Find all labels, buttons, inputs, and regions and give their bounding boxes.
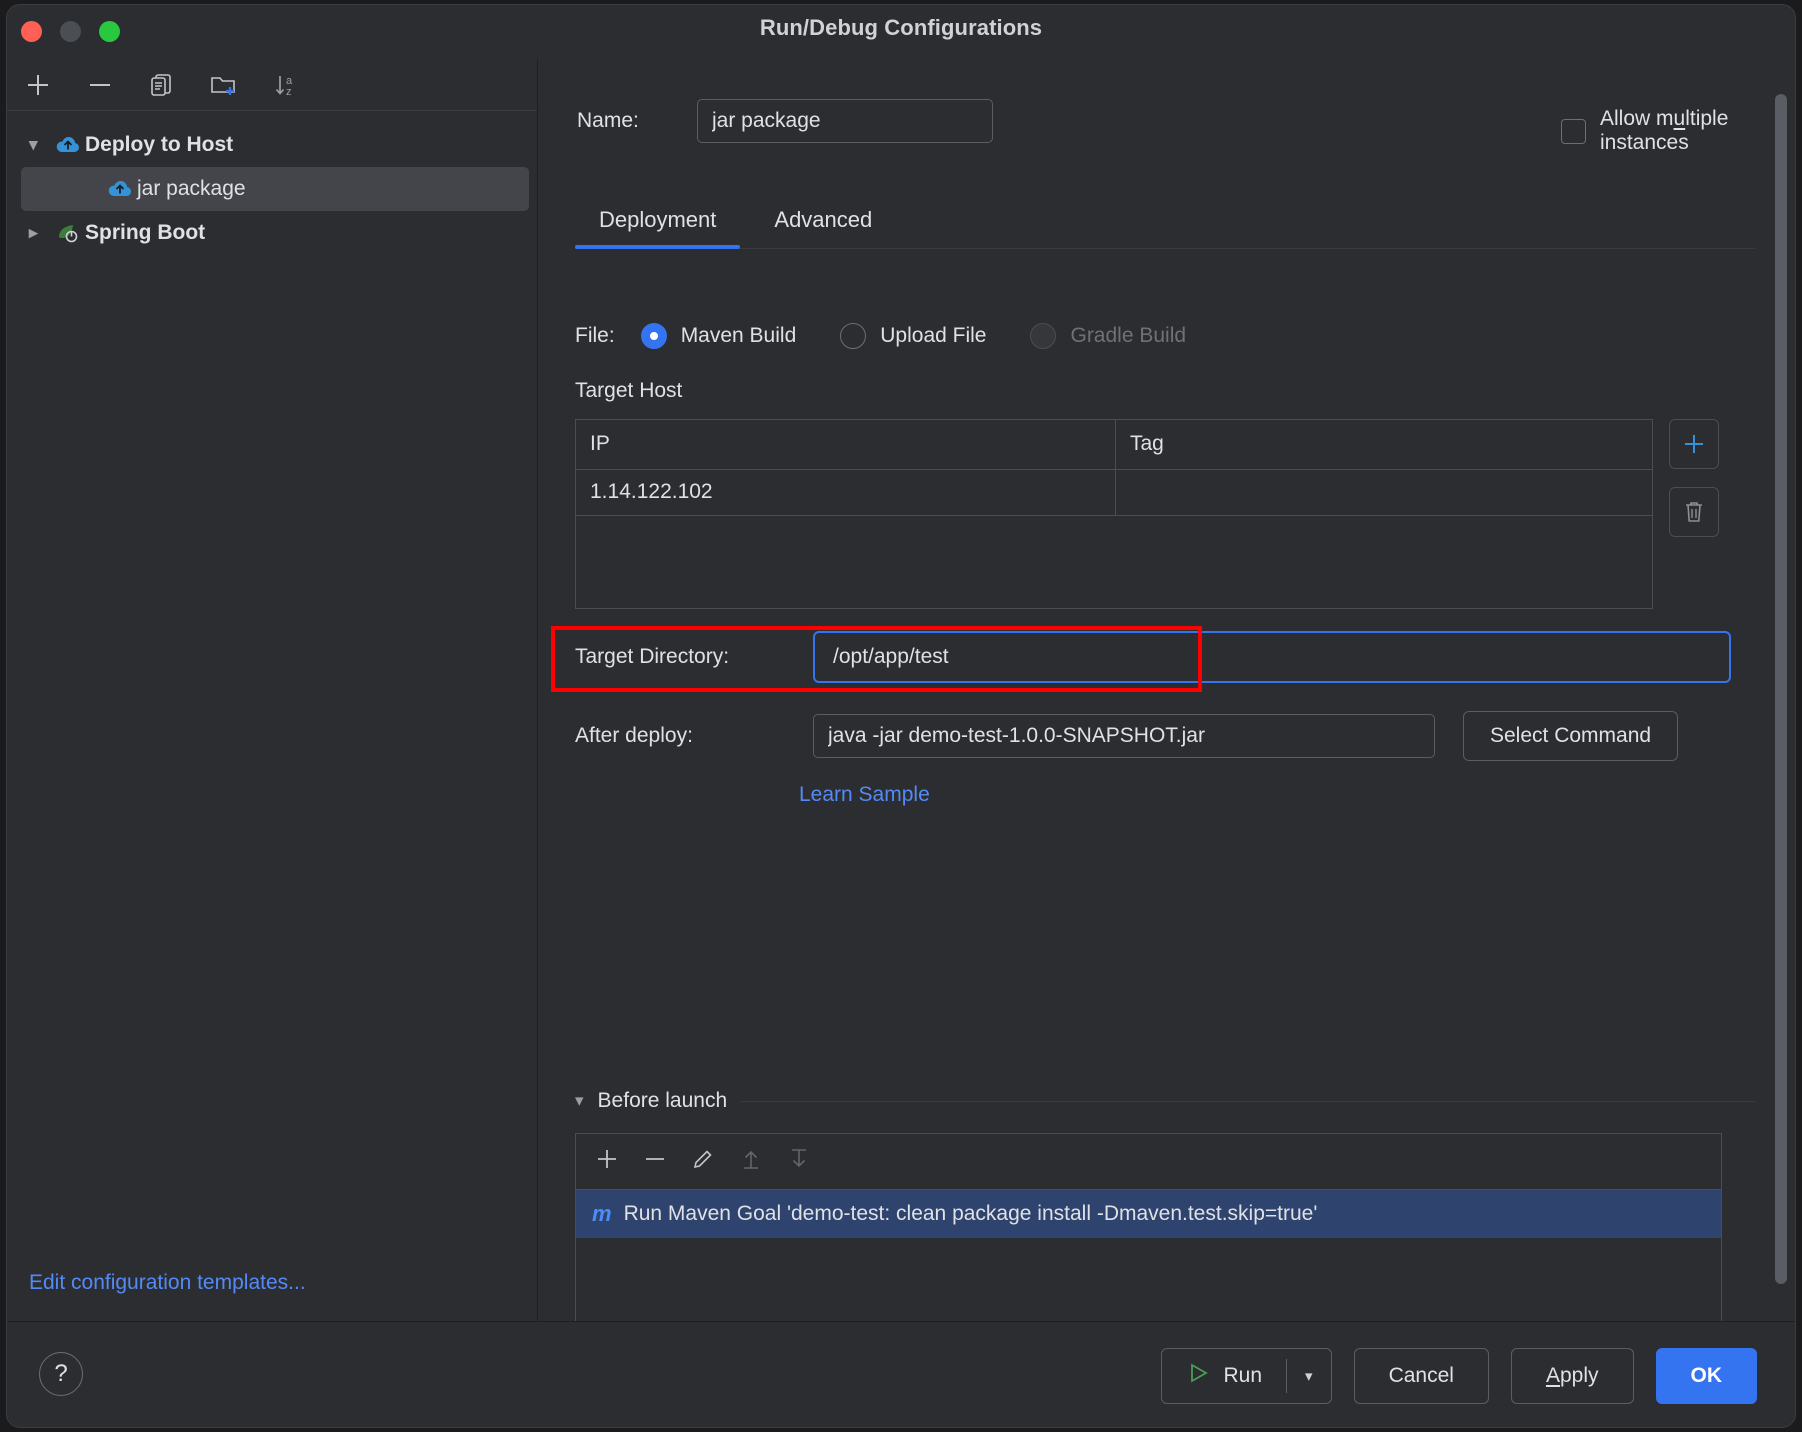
radio-dot (1030, 323, 1056, 349)
tab-deployment[interactable]: Deployment (575, 199, 740, 249)
spring-leaf-icon (55, 221, 85, 245)
task-label: Run Maven Goal 'demo-test: clean package… (624, 1202, 1318, 1226)
before-launch-header[interactable]: ▾ Before launch (575, 1089, 1755, 1113)
target-directory-row: Target Directory: (575, 631, 1731, 683)
copy-configuration-button[interactable] (141, 65, 183, 105)
run-label: Run (1224, 1364, 1263, 1388)
pencil-icon[interactable] (690, 1146, 716, 1177)
configuration-tabs: Deployment Advanced (575, 199, 1735, 249)
target-host-actions (1669, 419, 1719, 555)
select-command-button[interactable]: Select Command (1463, 711, 1678, 761)
delete-host-button[interactable] (1669, 487, 1719, 537)
cloud-upload-icon (107, 178, 137, 200)
cloud-upload-icon (55, 134, 85, 156)
table-header-row: IP Tag (576, 420, 1652, 470)
cell-ip[interactable]: 1.14.122.102 (576, 470, 1116, 515)
radio-label: Gradle Build (1070, 324, 1186, 348)
remove-task-button[interactable] (642, 1146, 668, 1177)
ok-button[interactable]: OK (1656, 1348, 1758, 1404)
target-directory-input[interactable] (813, 631, 1731, 683)
name-label: Name: (577, 109, 697, 133)
window-title: Run/Debug Configurations (7, 15, 1795, 41)
sidebar-item-label: jar package (137, 177, 246, 201)
configurations-tree: ▾ Deploy to Host jar package (7, 111, 537, 1241)
svg-text:z: z (286, 86, 292, 98)
add-configuration-button[interactable] (17, 65, 59, 105)
after-deploy-input[interactable] (813, 714, 1435, 758)
play-triangle-icon (1186, 1361, 1210, 1391)
radio-maven-build[interactable]: Maven Build (641, 323, 797, 349)
vertical-scrollbar[interactable] (1775, 94, 1787, 1284)
radio-label: Upload File (880, 324, 986, 348)
add-task-button[interactable] (594, 1146, 620, 1177)
configurations-sidebar: a z ▾ Deploy to Host (7, 59, 538, 1321)
checkbox-box[interactable] (1561, 119, 1586, 144)
run-debug-configurations-dialog: Run/Debug Configurations (6, 4, 1796, 1428)
chevron-down-icon[interactable]: ▾ (29, 135, 55, 155)
after-deploy-row: After deploy: Select Command (575, 711, 1678, 761)
sort-configurations-button[interactable]: a z (265, 65, 307, 105)
before-launch-toolbar (576, 1134, 1721, 1190)
tree-group-spring-boot[interactable]: ▸ Spring Boot (7, 211, 537, 255)
dialog-actions: Run ▾ Cancel Apply OK (1161, 1348, 1757, 1404)
move-up-button (738, 1146, 764, 1177)
before-launch-title: Before launch (598, 1089, 728, 1113)
cancel-button[interactable]: Cancel (1354, 1348, 1489, 1404)
configuration-editor-panel: Name: Allow multiple instances Store as … (539, 59, 1795, 1321)
radio-label: Maven Build (681, 324, 797, 348)
add-host-button[interactable] (1669, 419, 1719, 469)
section-divider (741, 1101, 1755, 1102)
before-launch-section: ▾ Before launch (575, 1089, 1755, 1321)
move-down-button (786, 1146, 812, 1177)
run-split-button[interactable]: Run ▾ (1161, 1348, 1332, 1404)
cell-tag[interactable] (1116, 470, 1144, 515)
radio-gradle-build: Gradle Build (1030, 323, 1186, 349)
help-button[interactable]: ? (39, 1352, 83, 1396)
file-source-row: File: Maven Build Upload File Gradle Bui… (575, 323, 1230, 349)
maven-m-icon: m (592, 1201, 612, 1227)
remove-configuration-button[interactable] (79, 65, 121, 105)
apply-button[interactable]: Apply (1511, 1348, 1634, 1404)
tree-group-label: Deploy to Host (85, 133, 233, 157)
target-directory-label: Target Directory: (575, 645, 813, 669)
sidebar-item-jar-package[interactable]: jar package (21, 167, 529, 211)
chevron-down-icon[interactable]: ▾ (1287, 1367, 1331, 1385)
new-folder-button[interactable] (203, 65, 245, 105)
title-bar: Run/Debug Configurations (7, 5, 1795, 59)
allow-multiple-instances-checkbox[interactable]: Allow multiple instances (1561, 107, 1795, 155)
name-input[interactable] (697, 99, 993, 143)
before-launch-task-list: m Run Maven Goal 'demo-test: clean packa… (576, 1190, 1721, 1321)
learn-sample-link[interactable]: Learn Sample (799, 783, 930, 807)
sidebar-toolbar: a z (7, 59, 537, 111)
list-item[interactable]: m Run Maven Goal 'demo-test: clean packa… (576, 1190, 1721, 1238)
radio-upload-file[interactable]: Upload File (840, 323, 986, 349)
dialog-button-bar: ? Run ▾ Cancel Apply OK (7, 1321, 1795, 1427)
radio-dot[interactable] (840, 323, 866, 349)
tree-group-label: Spring Boot (85, 221, 205, 245)
column-header-ip[interactable]: IP (576, 420, 1116, 469)
chevron-right-icon[interactable]: ▸ (29, 223, 55, 243)
column-header-tag[interactable]: Tag (1116, 420, 1178, 469)
run-button[interactable]: Run (1162, 1349, 1287, 1403)
name-row: Name: (577, 99, 993, 143)
target-host-table: IP Tag 1.14.122.102 (575, 419, 1653, 609)
edit-configuration-templates-link[interactable]: Edit configuration templates... (29, 1271, 306, 1295)
allow-multiple-instances-label: Allow multiple instances (1600, 107, 1795, 155)
table-row[interactable]: 1.14.122.102 (576, 470, 1652, 516)
target-host-label: Target Host (575, 379, 682, 403)
tree-group-deploy-to-host[interactable]: ▾ Deploy to Host (7, 123, 537, 167)
chevron-down-icon[interactable]: ▾ (575, 1091, 584, 1111)
file-label: File: (575, 324, 615, 348)
before-launch-panel: m Run Maven Goal 'demo-test: clean packa… (575, 1133, 1722, 1321)
tab-advanced[interactable]: Advanced (750, 199, 896, 249)
after-deploy-label: After deploy: (575, 724, 813, 748)
radio-dot[interactable] (641, 323, 667, 349)
